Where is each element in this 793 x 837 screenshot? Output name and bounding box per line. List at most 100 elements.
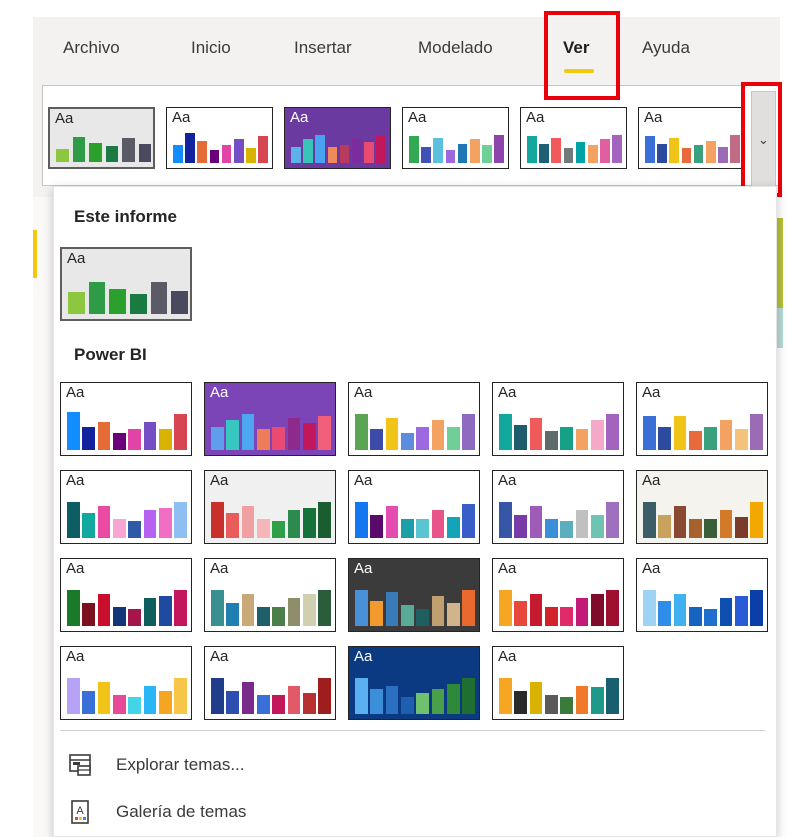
- theme-color-swatch: [539, 143, 549, 163]
- theme-thumbnail-colorblind-safe[interactable]: Aa: [636, 558, 768, 632]
- theme-color-swatch: [409, 136, 419, 163]
- theme-color-swatch: [355, 501, 368, 538]
- theme-thumbnail-electric-2[interactable]: Aa: [60, 646, 192, 720]
- theme-thumbnail-este-informe[interactable]: Aa: [48, 107, 155, 169]
- theme-color-swatch: [302, 693, 316, 714]
- report-canvas-edge: [33, 197, 53, 837]
- theme-color-swatch: [385, 505, 399, 538]
- theme-color-swatch: [82, 427, 96, 450]
- theme-color-swatch: [431, 509, 445, 538]
- theme-thumbnail-solar[interactable]: Aa: [348, 646, 480, 720]
- theme-sample-bars: [645, 133, 740, 163]
- theme-thumbnail-temperature[interactable]: Aa: [638, 107, 745, 169]
- theme-thumbnail-default[interactable]: Aa: [166, 107, 273, 169]
- theme-color-swatch: [544, 607, 558, 626]
- theme-color-swatch: [318, 501, 331, 538]
- theme-thumbnail-electric[interactable]: Aa: [60, 470, 192, 544]
- theme-sample-bars: [355, 676, 475, 714]
- theme-color-swatch: [89, 142, 102, 162]
- theme-color-swatch: [658, 601, 672, 626]
- theme-color-swatch: [462, 503, 475, 538]
- theme-thumbnail-innovate[interactable]: Aa: [284, 107, 391, 169]
- theme-color-swatch: [462, 677, 475, 714]
- theme-sample-text: Aa: [66, 384, 85, 401]
- theme-color-swatch: [185, 133, 195, 163]
- theme-thumbnail-temperature[interactable]: Aa: [636, 382, 768, 456]
- section-title-report: Este informe: [74, 207, 177, 226]
- theme-thumbnail-classroom[interactable]: Aa: [492, 558, 624, 632]
- theme-thumbnail-twilight[interactable]: Aa: [60, 558, 192, 632]
- theme-thumbnail-tidal[interactable]: Aa: [492, 382, 624, 456]
- theme-color-swatch: [174, 677, 187, 714]
- theme-color-swatch: [97, 593, 111, 626]
- theme-thumbnail-executive[interactable]: Aa: [204, 470, 336, 544]
- theme-thumbnail-frontier[interactable]: Aa: [348, 470, 480, 544]
- theme-thumbnail-bloom[interactable]: Aa: [402, 107, 509, 169]
- theme-color-swatch: [303, 139, 313, 163]
- tab-modelado[interactable]: Modelado: [418, 38, 493, 58]
- theme-sample-text: Aa: [354, 648, 373, 665]
- theme-color-swatch: [421, 146, 431, 163]
- theme-sample-text: Aa: [354, 384, 373, 401]
- theme-color-swatch: [514, 691, 528, 714]
- theme-sample-bars: [173, 133, 268, 163]
- theme-color-swatch: [122, 138, 135, 162]
- theme-thumbnail-bloom[interactable]: Aa: [348, 382, 480, 456]
- theme-color-swatch: [72, 136, 85, 162]
- theme-color-swatch: [233, 139, 244, 163]
- theme-sample-bars: [409, 133, 504, 163]
- theme-sample-text: Aa: [66, 648, 85, 665]
- theme-sample-text: Aa: [210, 384, 229, 401]
- theme-color-swatch: [600, 139, 610, 163]
- theme-sample-text: Aa: [526, 109, 545, 126]
- tab-ver[interactable]: Ver: [563, 38, 589, 58]
- tab-inicio[interactable]: Inicio: [191, 38, 231, 58]
- theme-thumbnail-default[interactable]: Aa: [60, 382, 192, 456]
- theme-color-swatch: [681, 148, 692, 163]
- theme-thumbnail-innovate[interactable]: Aa: [204, 382, 336, 456]
- theme-color-swatch: [130, 294, 147, 314]
- tab-archivo[interactable]: Archivo: [63, 38, 120, 58]
- theme-color-swatch: [643, 501, 656, 538]
- theme-color-swatch: [718, 146, 728, 163]
- theme-color-swatch: [551, 137, 562, 163]
- theme-color-swatch: [364, 142, 374, 163]
- theme-thumbnail-storm[interactable]: Aa: [492, 646, 624, 720]
- theme-color-swatch: [150, 281, 168, 314]
- theme-color-swatch: [514, 425, 528, 450]
- report-canvas-line: [33, 230, 37, 278]
- theme-color-swatch: [246, 148, 256, 163]
- themes-expand-button[interactable]: ⌄: [751, 91, 776, 189]
- theme-sample-bars: [211, 412, 331, 450]
- theme-thumbnail-accessible-city-park[interactable]: Aa: [204, 558, 336, 632]
- theme-color-swatch: [287, 685, 301, 714]
- theme-color-swatch: [673, 415, 687, 450]
- theme-thumbnail-highrise[interactable]: Aa: [492, 470, 624, 544]
- theme-color-swatch: [446, 427, 460, 450]
- theme-color-swatch: [385, 685, 399, 714]
- theme-color-swatch: [494, 134, 504, 163]
- explore-themes-item[interactable]: Explorar temas...: [64, 749, 754, 783]
- theme-color-swatch: [56, 148, 69, 162]
- theme-color-swatch: [82, 603, 96, 626]
- theme-color-swatch: [256, 695, 270, 714]
- theme-thumbnail-tidal[interactable]: Aa: [520, 107, 627, 169]
- theme-sample-text: Aa: [66, 472, 85, 489]
- theme-sample-text: Aa: [642, 384, 661, 401]
- theme-color-swatch: [68, 292, 85, 314]
- theme-color-swatch: [446, 603, 460, 626]
- theme-thumbnail-este-informe[interactable]: Aa: [60, 247, 192, 321]
- theme-color-swatch: [529, 505, 543, 538]
- theme-thumbnail-high-contrast[interactable]: Aa: [204, 646, 336, 720]
- theme-color-swatch: [67, 677, 80, 714]
- theme-thumbnail-city-park-dark[interactable]: Aa: [348, 558, 480, 632]
- theme-sample-bars: [355, 500, 475, 538]
- tab-ayuda[interactable]: Ayuda: [642, 38, 690, 58]
- theme-color-swatch: [590, 687, 604, 714]
- theme-color-swatch: [318, 415, 331, 450]
- theme-gallery-item[interactable]: A Galería de temas: [64, 796, 754, 830]
- theme-color-swatch: [400, 519, 414, 538]
- tab-insertar[interactable]: Insertar: [294, 38, 352, 58]
- theme-sample-text: Aa: [210, 472, 229, 489]
- theme-thumbnail-sunset[interactable]: Aa: [636, 470, 768, 544]
